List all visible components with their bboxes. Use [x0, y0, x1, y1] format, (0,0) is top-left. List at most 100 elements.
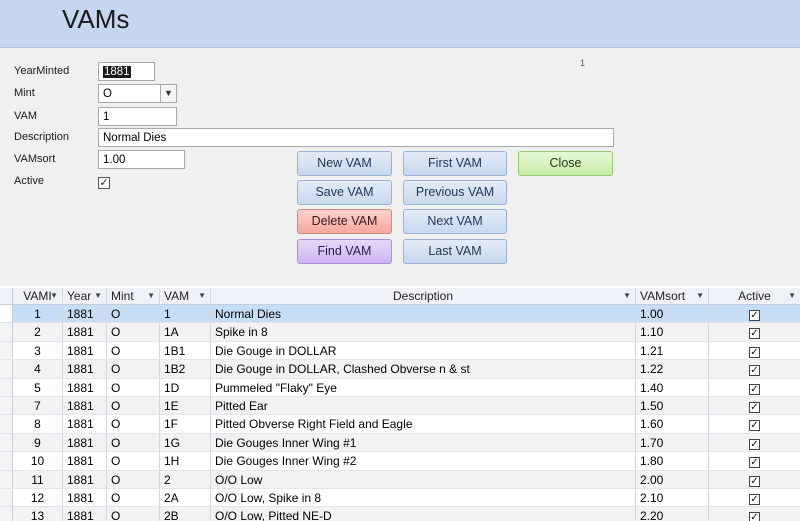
column-header-vamsort[interactable]: VAMsort ▼	[636, 288, 709, 304]
cell-vam[interactable]: 1G	[160, 433, 211, 452]
cell-description[interactable]: Pummeled "Flaky" Eye	[211, 378, 636, 396]
table-row[interactable]: 8 1881 O 1F Pitted Obverse Right Field and E…	[0, 415, 800, 434]
cell-vam[interactable]: 1E	[160, 396, 211, 415]
active-checkbox[interactable]: ✓	[749, 365, 760, 377]
cell-vami[interactable]: 2	[13, 323, 63, 341]
cell-vami[interactable]: 10	[13, 452, 63, 470]
record-selector[interactable]	[0, 488, 13, 507]
record-selector[interactable]	[0, 396, 13, 415]
active-checkbox[interactable]: ✓	[749, 420, 760, 432]
cell-description[interactable]: Pitted Ear	[211, 396, 636, 415]
cell-description[interactable]: O/O Low, Spike in 8	[211, 488, 636, 507]
cell-description[interactable]: O/O Low, Pitted NE-D	[211, 507, 636, 521]
cell-vam[interactable]: 1B1	[160, 341, 211, 360]
cell-mint[interactable]: O	[107, 305, 160, 323]
cell-vam[interactable]: 2	[160, 470, 211, 488]
active-checkbox[interactable]: ✓	[749, 401, 760, 413]
table-row[interactable]: 7 1881 O 1E Pitted Ear 1.50 ✓	[0, 396, 800, 416]
cell-mint[interactable]: O	[107, 396, 160, 415]
close-button[interactable]: Close	[518, 151, 613, 176]
cell-vamsort[interactable]: 1.60	[636, 415, 709, 433]
cell-vami[interactable]: 3	[13, 341, 63, 360]
record-selector[interactable]	[0, 360, 13, 378]
cell-year[interactable]: 1881	[63, 488, 107, 507]
cell-vamsort[interactable]: 1.10	[636, 323, 709, 341]
record-selector[interactable]	[0, 470, 13, 488]
sort-arrow-icon[interactable]: ▼	[147, 288, 155, 304]
table-row[interactable]: 4 1881 O 1B2 Die Gouge in DOLLAR, Clashed Ob…	[0, 360, 800, 379]
next-vam-button[interactable]: Next VAM	[403, 209, 507, 234]
record-selector[interactable]	[0, 433, 13, 452]
active-checkbox[interactable]: ✓	[749, 512, 760, 521]
table-row[interactable]: 5 1881 O 1D Pummeled "Flaky" Eye 1.40 ✓	[0, 378, 800, 397]
table-row[interactable]: 1 1881 O 1 Normal Dies 1.00 ✓	[0, 305, 800, 324]
cell-year[interactable]: 1881	[63, 452, 107, 470]
table-row[interactable]: 3 1881 O 1B1 Die Gouge in DOLLAR 1.21 ✓	[0, 341, 800, 361]
cell-year[interactable]: 1881	[63, 433, 107, 452]
column-header-vami[interactable]: VAMI ▼	[13, 288, 63, 304]
cell-mint[interactable]: O	[107, 452, 160, 470]
sort-arrow-icon[interactable]: ▼	[50, 288, 58, 304]
record-selector[interactable]	[0, 323, 13, 341]
cell-mint[interactable]: O	[107, 507, 160, 521]
table-row[interactable]: 9 1881 O 1G Die Gouges Inner Wing #1 1.70 ✓	[0, 433, 800, 453]
save-vam-button[interactable]: Save VAM	[297, 180, 392, 205]
first-vam-button[interactable]: First VAM	[403, 151, 507, 176]
table-row[interactable]: 10 1881 O 1H Die Gouges Inner Wing #2 1.80 ✓	[0, 452, 800, 471]
cell-vamsort[interactable]: 1.00	[636, 305, 709, 323]
record-selector[interactable]	[0, 305, 13, 323]
cell-year[interactable]: 1881	[63, 507, 107, 521]
active-checkbox[interactable]: ✓	[749, 475, 760, 487]
cell-description[interactable]: O/O Low	[211, 470, 636, 488]
column-header-active[interactable]: Active ▼	[709, 288, 800, 304]
table-row[interactable]: 13 1881 O 2B O/O Low, Pitted NE-D 2.20 ✓	[0, 507, 800, 521]
sort-arrow-icon[interactable]: ▼	[696, 288, 704, 304]
active-checkbox[interactable]: ✓	[749, 383, 760, 395]
vam-field[interactable]: 1	[98, 107, 177, 126]
column-header-vam[interactable]: VAM ▼	[160, 288, 211, 304]
last-vam-button[interactable]: Last VAM	[403, 239, 507, 264]
cell-vamsort[interactable]: 1.70	[636, 433, 709, 452]
year-field[interactable]: 1881	[98, 62, 155, 81]
cell-description[interactable]: Die Gouges Inner Wing #1	[211, 433, 636, 452]
cell-mint[interactable]: O	[107, 488, 160, 507]
cell-description[interactable]: Pitted Obverse Right Field and Eagle	[211, 415, 636, 433]
table-row[interactable]: 12 1881 O 2A O/O Low, Spike in 8 2.10 ✓	[0, 488, 800, 508]
active-checkbox[interactable]: ✓	[98, 177, 110, 189]
active-checkbox[interactable]: ✓	[749, 438, 760, 450]
table-row[interactable]: 11 1881 O 2 O/O Low 2.00 ✓	[0, 470, 800, 489]
cell-description[interactable]: Spike in 8	[211, 323, 636, 341]
cell-year[interactable]: 1881	[63, 378, 107, 396]
cell-vamsort[interactable]: 1.50	[636, 396, 709, 415]
record-selector[interactable]	[0, 341, 13, 360]
cell-vam[interactable]: 1H	[160, 452, 211, 470]
active-checkbox[interactable]: ✓	[749, 310, 760, 321]
cell-vamsort[interactable]: 1.22	[636, 360, 709, 378]
cell-vami[interactable]: 5	[13, 378, 63, 396]
active-checkbox[interactable]: ✓	[749, 457, 760, 469]
cell-vami[interactable]: 12	[13, 488, 63, 507]
sort-arrow-icon[interactable]: ▼	[198, 288, 206, 304]
cell-description[interactable]: Die Gouge in DOLLAR	[211, 341, 636, 360]
cell-mint[interactable]: O	[107, 470, 160, 488]
cell-vam[interactable]: 2B	[160, 507, 211, 521]
cell-vam[interactable]: 1A	[160, 323, 211, 341]
mint-select[interactable]: O ▼	[98, 84, 177, 103]
cell-vam[interactable]: 1D	[160, 378, 211, 396]
previous-vam-button[interactable]: Previous VAM	[403, 180, 507, 205]
cell-vamsort[interactable]: 1.40	[636, 378, 709, 396]
cell-vami[interactable]: 8	[13, 415, 63, 433]
cell-vamsort[interactable]: 1.21	[636, 341, 709, 360]
vamsort-field[interactable]: 1.00	[98, 150, 185, 169]
cell-mint[interactable]: O	[107, 378, 160, 396]
description-field[interactable]: Normal Dies	[98, 128, 614, 147]
cell-vam[interactable]: 1B2	[160, 360, 211, 378]
column-header-year[interactable]: Year ▼	[63, 288, 107, 304]
cell-vami[interactable]: 9	[13, 433, 63, 452]
cell-vamsort[interactable]: 2.00	[636, 470, 709, 488]
cell-vami[interactable]: 7	[13, 396, 63, 415]
sort-arrow-icon[interactable]: ▼	[94, 288, 102, 304]
cell-year[interactable]: 1881	[63, 396, 107, 415]
cell-description[interactable]: Die Gouges Inner Wing #2	[211, 452, 636, 470]
delete-vam-button[interactable]: Delete VAM	[297, 209, 392, 234]
